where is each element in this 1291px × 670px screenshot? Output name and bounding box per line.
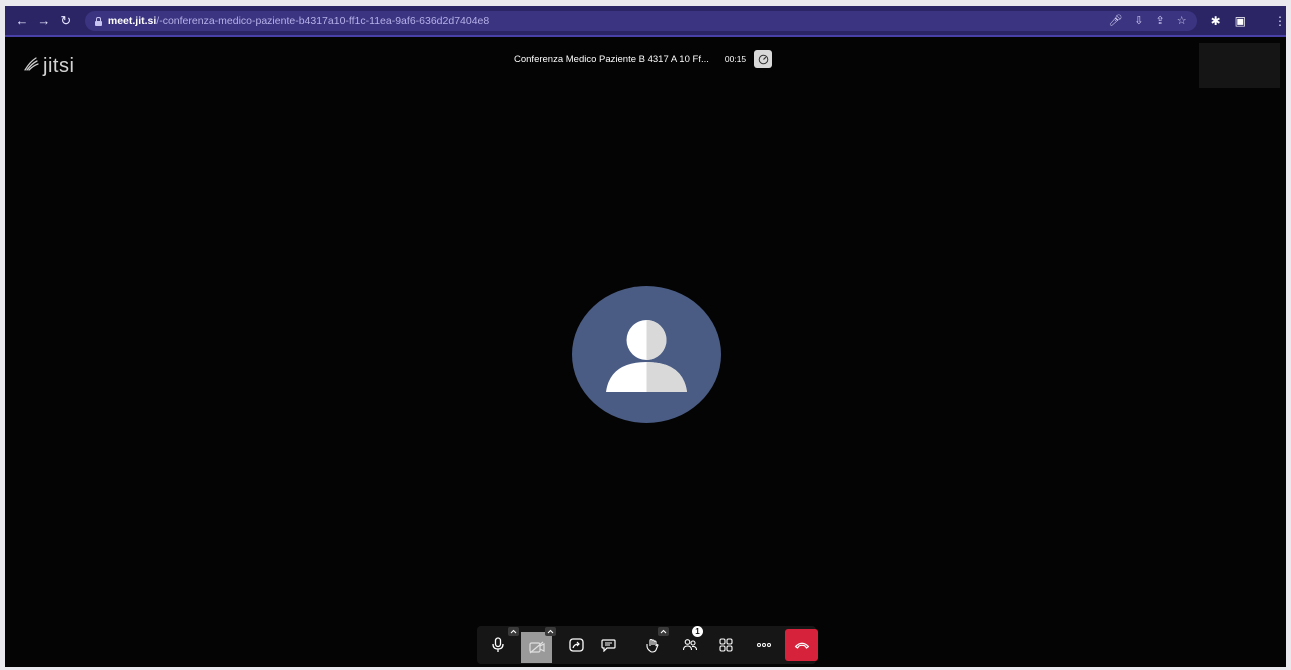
extension-area: ✱ ▣ bbox=[1211, 14, 1246, 28]
chevron-up-icon bbox=[660, 629, 667, 634]
participants-count-badge: 1 bbox=[692, 626, 703, 637]
address-bar[interactable]: meet.jit.si /-conferenza-medico-paziente… bbox=[84, 10, 1197, 31]
share-icon[interactable]: ⇪ bbox=[1156, 14, 1165, 27]
more-dots-icon bbox=[757, 643, 771, 647]
back-arrow-icon[interactable]: ← bbox=[13, 13, 31, 28]
chevron-up-icon bbox=[510, 629, 517, 634]
participants-icon bbox=[682, 639, 698, 651]
camera-off-icon bbox=[528, 641, 545, 654]
side-panel-icon[interactable]: ▣ bbox=[1235, 14, 1246, 28]
screen-share-button[interactable] bbox=[559, 626, 593, 664]
participants-button[interactable]: 1 bbox=[673, 626, 707, 664]
camera-button[interactable] bbox=[521, 632, 552, 663]
reload-icon[interactable]: ↻ bbox=[57, 13, 75, 29]
audio-settings-caret[interactable] bbox=[508, 627, 519, 636]
more-actions-button[interactable] bbox=[747, 626, 781, 664]
chat-button[interactable] bbox=[591, 626, 625, 664]
screen-share-icon bbox=[568, 638, 584, 652]
default-user-icon bbox=[606, 320, 687, 392]
microphone-permission-icon[interactable]: 🎤︎ bbox=[1108, 14, 1122, 27]
chat-icon bbox=[600, 639, 616, 652]
tile-view-button[interactable] bbox=[709, 626, 743, 664]
browser-menu-icon[interactable]: ⋮ bbox=[1274, 14, 1286, 28]
leave-meeting-button[interactable] bbox=[785, 629, 818, 661]
logo-text: jitsi bbox=[43, 55, 75, 77]
extensions-puzzle-icon[interactable]: ✱ bbox=[1211, 14, 1221, 28]
microphone-icon bbox=[492, 637, 504, 652]
reactions-caret[interactable] bbox=[658, 627, 669, 636]
browser-toolbar: ← → ↻ meet.jit.si /-conferenza-medico-pa… bbox=[5, 6, 1286, 37]
local-video-thumbnail[interactable] bbox=[1199, 43, 1280, 88]
video-settings-caret[interactable] bbox=[545, 627, 556, 636]
omnibox-actions: 🎤︎ ⇩ ⇪ ☆ bbox=[1108, 14, 1196, 27]
url-path: /-conferenza-medico-paziente-b4317a10-ff… bbox=[156, 14, 490, 27]
jitsi-logo[interactable]: jitsi bbox=[22, 55, 74, 78]
bookmark-star-icon[interactable]: ☆ bbox=[1177, 14, 1187, 27]
install-app-icon[interactable]: ⇩ bbox=[1134, 14, 1143, 27]
forward-arrow-icon[interactable]: → bbox=[35, 13, 53, 28]
lock-icon[interactable] bbox=[94, 16, 102, 26]
conference-subject: Conferenza Medico Paziente B 4317 A 10 F… bbox=[514, 50, 773, 68]
chevron-up-icon bbox=[547, 629, 554, 634]
url-host: meet.jit.si bbox=[107, 14, 157, 27]
meeting-title: Conferenza Medico Paziente B 4317 A 10 F… bbox=[514, 53, 709, 65]
participant-avatar bbox=[572, 286, 721, 423]
hang-up-icon bbox=[794, 642, 809, 649]
tile-view-icon bbox=[719, 638, 733, 652]
meeting-timer: 00:15 bbox=[724, 54, 747, 64]
meeting-toolbar: 1 bbox=[477, 626, 818, 664]
connection-quality-icon[interactable] bbox=[754, 50, 773, 68]
jitsi-logo-icon bbox=[22, 55, 40, 78]
raise-hand-icon bbox=[645, 638, 659, 653]
conference-stage: jitsi Conferenza Medico Paziente B 4317 … bbox=[5, 37, 1286, 667]
